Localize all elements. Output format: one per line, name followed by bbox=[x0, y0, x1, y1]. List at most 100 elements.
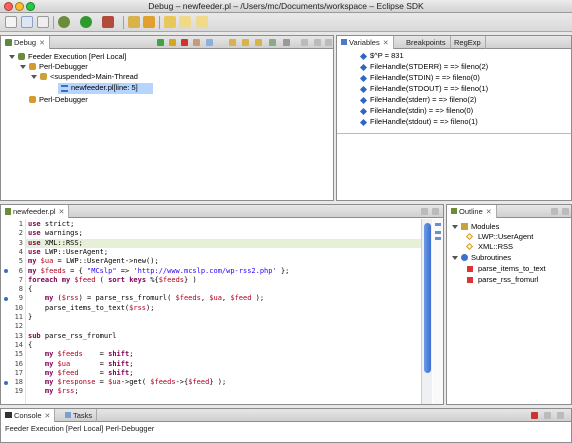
tab-outline[interactable]: Outline ✕ bbox=[447, 205, 497, 218]
variable-row[interactable]: FileHandle(STDERR) = => fileno(2) bbox=[370, 62, 488, 72]
variable-row[interactable]: FileHandle(stderr) = => fileno(2) bbox=[370, 95, 477, 105]
disconnect-icon[interactable] bbox=[193, 39, 200, 46]
expand-icon[interactable] bbox=[20, 65, 26, 69]
code-line[interactable]: use warnings; bbox=[28, 229, 83, 237]
tree-item[interactable]: Perl-Debugger bbox=[39, 95, 88, 105]
use-step-filters-icon[interactable] bbox=[283, 39, 290, 46]
expand-icon[interactable] bbox=[452, 225, 458, 229]
code-line[interactable]: { bbox=[28, 341, 32, 349]
code-line[interactable]: sub parse_rss_fromurl bbox=[28, 332, 117, 340]
external-tools-icon[interactable] bbox=[102, 16, 114, 28]
subroutines-icon bbox=[461, 254, 468, 261]
outline-item[interactable]: parse_items_to_text bbox=[478, 264, 546, 274]
code-line[interactable]: { bbox=[28, 285, 32, 293]
forward-icon[interactable] bbox=[196, 16, 208, 28]
expand-icon[interactable] bbox=[9, 55, 15, 59]
close-icon[interactable]: ✕ bbox=[45, 413, 51, 420]
outline-icon bbox=[451, 208, 457, 214]
search-icon[interactable] bbox=[143, 16, 155, 28]
line-number: 19 bbox=[14, 387, 23, 396]
tree-item[interactable]: Perl-Debugger bbox=[39, 62, 88, 72]
step-return-icon[interactable] bbox=[255, 39, 262, 46]
code-line[interactable]: parse_items_to_text($rss); bbox=[28, 304, 155, 312]
code-line[interactable]: } bbox=[28, 313, 32, 321]
modules-icon bbox=[461, 223, 468, 230]
code-line[interactable]: my ($rss) = parse_rss_fromurl( $feeds, $… bbox=[28, 294, 264, 302]
resume-icon[interactable] bbox=[157, 39, 164, 46]
step-over-icon[interactable] bbox=[242, 39, 249, 46]
close-icon[interactable]: ✕ bbox=[383, 40, 389, 47]
subroutine-icon bbox=[467, 266, 473, 272]
minimize-icon[interactable] bbox=[551, 208, 558, 215]
tab-tasks[interactable]: Tasks bbox=[61, 409, 98, 422]
outline-item[interactable]: Modules bbox=[471, 222, 499, 232]
open-type-icon[interactable] bbox=[128, 16, 140, 28]
scrollbar-thumb[interactable] bbox=[424, 223, 431, 373]
code-line[interactable]: my $ua = LWP::UserAgent->new(); bbox=[28, 257, 159, 265]
tree-item[interactable]: Feeder Execution [Perl Local] bbox=[28, 52, 126, 62]
editor-scrollbar[interactable] bbox=[421, 219, 432, 404]
tab-regexp[interactable]: RegExp bbox=[450, 36, 486, 49]
tree-item[interactable]: <suspended>Main-Thread bbox=[50, 72, 138, 82]
remove-terminated-icon[interactable] bbox=[206, 39, 213, 46]
code-line[interactable]: my $feeds = { "MCslp" => 'http://www.mcs… bbox=[28, 267, 289, 275]
annotation-icon[interactable] bbox=[164, 16, 176, 28]
console-icon bbox=[5, 412, 12, 418]
outline-item[interactable]: parse_rss_fromurl bbox=[478, 275, 538, 285]
code-line[interactable]: my $response = $ua->get( $feeds->{$feed}… bbox=[28, 378, 226, 386]
code-line[interactable]: foreach my $feed ( sort keys %{$feeds} ) bbox=[28, 276, 197, 284]
line-number: 18 bbox=[14, 378, 23, 387]
module-icon bbox=[465, 242, 474, 251]
minimize-icon[interactable] bbox=[314, 39, 321, 46]
code-line[interactable]: my $ua = shift; bbox=[28, 360, 134, 368]
expand-icon[interactable] bbox=[452, 256, 458, 260]
code-line[interactable]: my $feed = shift; bbox=[28, 369, 134, 377]
step-into-icon[interactable] bbox=[229, 39, 236, 46]
new-icon[interactable] bbox=[5, 16, 17, 28]
outline-item[interactable]: XML::RSS bbox=[478, 242, 513, 252]
code-line[interactable]: use LWP::UserAgent; bbox=[28, 248, 108, 256]
debug-icon[interactable] bbox=[58, 16, 70, 28]
drop-to-frame-icon[interactable] bbox=[269, 39, 276, 46]
tab-variables[interactable]: Variables ✕ bbox=[337, 36, 394, 49]
remove-launch-icon[interactable] bbox=[544, 412, 551, 419]
back-icon[interactable] bbox=[179, 16, 191, 28]
variables-icon bbox=[341, 39, 347, 45]
print-icon[interactable] bbox=[37, 16, 49, 28]
clear-console-icon[interactable] bbox=[557, 412, 564, 419]
variable-row[interactable]: $^P = 831 bbox=[370, 51, 404, 61]
code-line[interactable]: use XML::RSS; bbox=[28, 239, 83, 247]
variable-row[interactable]: FileHandle(STDOUT) = => fileno(1) bbox=[370, 84, 488, 94]
expand-icon[interactable] bbox=[31, 75, 37, 79]
outline-item[interactable]: LWP::UserAgent bbox=[478, 232, 533, 242]
window-title: Debug – newfeeder.pl – /Users/mc/Documen… bbox=[148, 1, 424, 11]
code-line[interactable]: my $rss; bbox=[28, 387, 79, 395]
tab-debug[interactable]: Debug ✕ bbox=[1, 36, 50, 49]
maximize-icon[interactable] bbox=[432, 208, 439, 215]
debug-target-icon bbox=[29, 63, 36, 70]
line-number: 14 bbox=[14, 340, 23, 349]
view-menu-icon[interactable] bbox=[301, 39, 308, 46]
variable-row[interactable]: FileHandle(STDIN) = => fileno(0) bbox=[370, 73, 480, 83]
tab-console[interactable]: Console ✕ bbox=[1, 409, 56, 422]
minimize-icon[interactable] bbox=[421, 208, 428, 215]
outline-item[interactable]: Subroutines bbox=[471, 253, 511, 263]
close-icon[interactable]: ✕ bbox=[486, 209, 492, 216]
tab-breakpoints[interactable]: Breakpoints bbox=[402, 36, 451, 49]
tab-editor[interactable]: newfeeder.pl ✕ bbox=[1, 205, 70, 218]
save-icon[interactable] bbox=[21, 16, 33, 28]
line-number: 17 bbox=[14, 368, 23, 377]
suspend-icon[interactable] bbox=[169, 39, 176, 46]
maximize-icon[interactable] bbox=[562, 208, 569, 215]
close-icon[interactable]: ✕ bbox=[59, 209, 65, 216]
tree-item-selected[interactable]: newfeeder.pl[line: 5] bbox=[71, 83, 138, 93]
code-line[interactable]: use strict; bbox=[28, 220, 74, 228]
run-icon[interactable] bbox=[80, 16, 92, 28]
code-line[interactable]: my $feeds = shift; bbox=[28, 350, 134, 358]
variable-row[interactable]: FileHandle(stdin) = => fileno(0) bbox=[370, 106, 473, 116]
terminate-icon[interactable] bbox=[531, 412, 538, 419]
variable-row[interactable]: FileHandle(stdout) = => fileno(1) bbox=[370, 117, 478, 127]
close-icon[interactable]: ✕ bbox=[39, 40, 45, 47]
maximize-icon[interactable] bbox=[325, 39, 332, 46]
terminate-icon[interactable] bbox=[181, 39, 188, 46]
